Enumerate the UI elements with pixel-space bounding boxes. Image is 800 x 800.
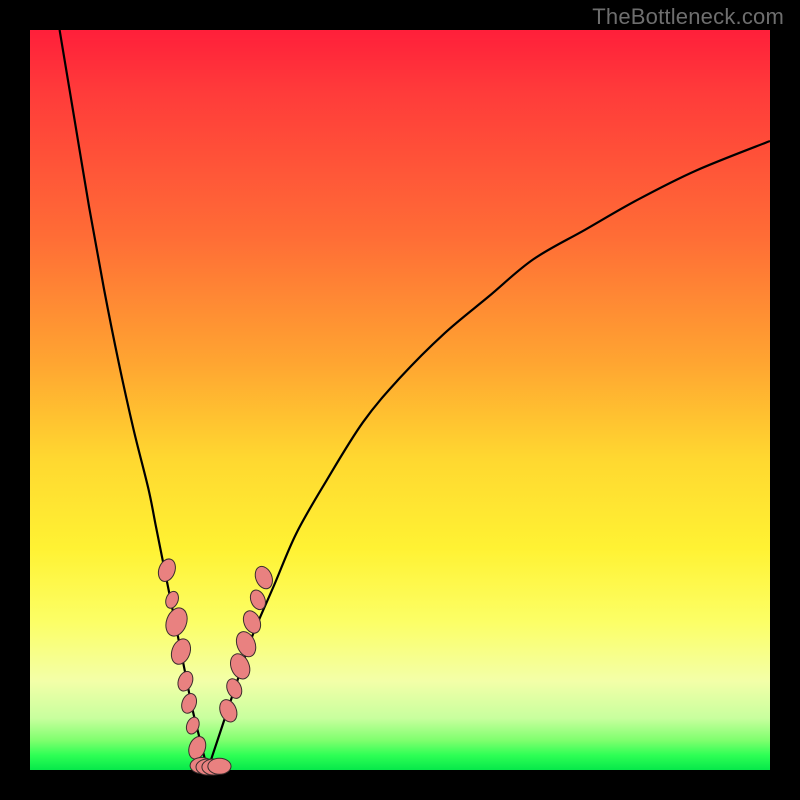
data-markers	[155, 557, 275, 775]
data-marker	[175, 669, 195, 693]
plot-area	[30, 30, 770, 770]
data-marker	[217, 697, 241, 725]
data-marker	[208, 758, 231, 774]
watermark-text: TheBottleneck.com	[592, 4, 784, 30]
curve-right-branch	[208, 141, 770, 770]
data-marker	[179, 691, 199, 715]
chart-svg	[30, 30, 770, 770]
data-marker	[224, 677, 245, 701]
data-marker	[168, 636, 194, 667]
chart-frame: TheBottleneck.com	[0, 0, 800, 800]
data-marker	[155, 557, 178, 584]
data-marker	[163, 590, 180, 610]
data-marker	[162, 605, 191, 639]
